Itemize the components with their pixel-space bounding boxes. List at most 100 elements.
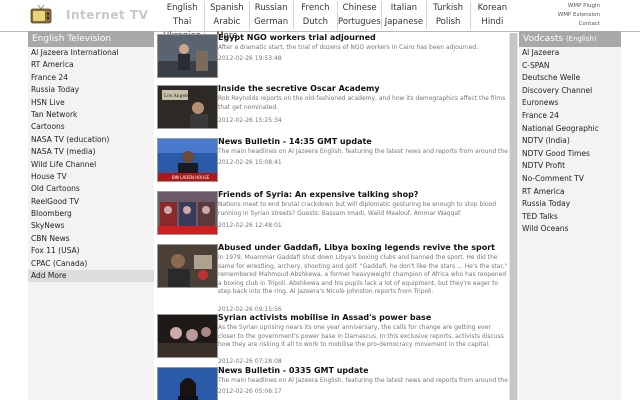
vodcast-item[interactable]: National Geographic bbox=[519, 123, 621, 136]
channel-item[interactable]: CBN News bbox=[28, 233, 154, 245]
logo[interactable]: Internet TV bbox=[30, 3, 160, 28]
lang-english[interactable]: English bbox=[160, 1, 204, 15]
channel-item[interactable]: NASA TV (media) bbox=[28, 146, 154, 158]
lang-russian[interactable]: Russian bbox=[248, 1, 293, 15]
feed-item[interactable]: Los Angeles Tim Inside the secretive Osc… bbox=[156, 84, 509, 136]
feed-item-title[interactable]: News Bulletin - 0335 GMT update bbox=[218, 366, 508, 376]
channel-item[interactable]: Russia Today bbox=[28, 84, 154, 96]
vodcast-item[interactable]: C-SPAN bbox=[519, 60, 621, 73]
feed-item-title[interactable]: Inside the secretive Oscar Academy bbox=[218, 84, 508, 94]
feed-item-date: 2012-02-26 09:15:56 bbox=[218, 306, 282, 313]
vodcast-item[interactable]: Russia Today bbox=[519, 198, 621, 211]
vodcasts-heading: Vodcasts (English) bbox=[519, 31, 621, 47]
channel-item[interactable]: Bloomberg bbox=[28, 208, 154, 220]
vodcast-item[interactable]: TED Talks bbox=[519, 211, 621, 224]
channel-item[interactable]: SkyNews bbox=[28, 220, 154, 232]
channel-item[interactable]: RT America bbox=[28, 59, 154, 71]
channel-item[interactable]: House TV bbox=[28, 171, 154, 183]
wmp-extension-link[interactable]: WMP Extension bbox=[558, 11, 600, 20]
feed-item-description: The main headlines on Al Jazeera English… bbox=[218, 148, 508, 157]
vodcast-item[interactable]: Discovery Channel bbox=[519, 85, 621, 98]
feed-item-date: 2012-02-26 12:48:01 bbox=[218, 222, 282, 229]
channel-item[interactable]: France 24 bbox=[28, 72, 154, 84]
feed-scrollbar[interactable] bbox=[509, 33, 518, 400]
feed-item-title[interactable]: Abused under Gaddafi, Libya boxing legen… bbox=[218, 243, 508, 253]
lang-german[interactable]: German bbox=[248, 15, 293, 29]
svg-text:Los Angeles Tim: Los Angeles Tim bbox=[164, 93, 202, 99]
vodcast-item[interactable]: RT America bbox=[519, 186, 621, 199]
vodcast-item[interactable]: NDTV Profit bbox=[519, 160, 621, 173]
lang-portuguese[interactable]: Portuguese bbox=[337, 15, 381, 29]
add-more-button[interactable]: Add More bbox=[28, 270, 154, 283]
feed-item-date: 2012-02-26 15:25:34 bbox=[218, 117, 282, 124]
feed-item-date: 2012-02-26 19:53:48 bbox=[218, 55, 282, 62]
wmp-links: WMP Plugin WMP Extension Contact bbox=[558, 2, 600, 29]
vodcasts-panel: Vodcasts (English) Al Jazeera C-SPAN Deu… bbox=[519, 31, 621, 400]
vodcast-item[interactable]: Wild Oceans bbox=[519, 223, 621, 236]
channel-item[interactable]: HSN Live bbox=[28, 97, 154, 109]
channel-item[interactable]: Old Cartoons bbox=[28, 183, 154, 195]
feed-item-description: As the Syrian uprising nears its one yea… bbox=[218, 324, 504, 349]
lang-korean[interactable]: Korean bbox=[469, 1, 514, 15]
feed-item-date: 2012-02-26 15:08:41 bbox=[218, 159, 282, 166]
app-title: Internet TV bbox=[66, 8, 149, 22]
lang-hindi[interactable]: Hindi bbox=[469, 15, 514, 29]
header: Internet TV English Spanish Russian Fren… bbox=[0, 0, 640, 43]
feed-item[interactable]: Abused under Gaddafi, Libya boxing legen… bbox=[156, 243, 509, 313]
vodcast-item[interactable]: France 24 bbox=[519, 110, 621, 123]
channel-item[interactable]: NASA TV (education) bbox=[28, 134, 154, 146]
video-thumbnail[interactable] bbox=[157, 244, 218, 288]
video-thumbnail[interactable] bbox=[157, 367, 218, 400]
channel-item[interactable]: Al Jazeera International bbox=[28, 47, 154, 59]
feed-item-description: In 1979, Muammar Gaddafi shut down Libya… bbox=[218, 254, 508, 296]
feed-item[interactable]: BIN LADEN HOUSE News Bulletin - 14:35 GM… bbox=[156, 137, 509, 189]
feed-item-title[interactable]: Syrian activists mobilise in Assad's pow… bbox=[218, 313, 508, 323]
video-thumbnail[interactable] bbox=[157, 34, 218, 78]
feed-item-title[interactable]: Friends of Syria: An expensive talking s… bbox=[218, 190, 508, 200]
vodcast-item[interactable]: NDTV (India) bbox=[519, 135, 621, 148]
feed-item[interactable]: Friends of Syria: An expensive talking s… bbox=[156, 190, 509, 242]
video-thumbnail[interactable]: BIN LADEN HOUSE bbox=[157, 138, 218, 182]
lang-chinese[interactable]: Chinese bbox=[337, 1, 381, 15]
feed-item-description: Rob Reynolds reports on the old-fashione… bbox=[218, 95, 506, 111]
vodcast-item[interactable]: Al Jazeera bbox=[519, 47, 621, 60]
vodcast-item[interactable]: NDTV Good Times bbox=[519, 148, 621, 161]
feed-item-description: Nations meet to end brutal crackdown but… bbox=[218, 201, 497, 217]
channel-item[interactable]: ReelGood TV bbox=[28, 196, 154, 208]
feed-item-title[interactable]: Egypt NGO workers trial adjourned bbox=[218, 33, 508, 43]
feed-item-title[interactable]: News Bulletin - 14:35 GMT update bbox=[218, 137, 508, 147]
wmp-plugin-link[interactable]: WMP Plugin bbox=[558, 2, 600, 11]
vodcast-item[interactable]: No-Comment TV bbox=[519, 173, 621, 186]
channel-item[interactable]: Cartoons bbox=[28, 121, 154, 133]
channel-item[interactable]: CPAC (Canada) bbox=[28, 258, 154, 270]
feed-item[interactable]: News Bulletin - 0335 GMT update The main… bbox=[156, 366, 509, 400]
lang-japanese[interactable]: Japanese bbox=[381, 15, 425, 29]
lang-thai[interactable]: Thai bbox=[160, 15, 204, 29]
feed-item-date: 2012-02-26 07:28:08 bbox=[218, 358, 282, 365]
lang-dutch[interactable]: Dutch bbox=[292, 15, 337, 29]
channel-item[interactable]: Fox 11 (USA) bbox=[28, 245, 154, 257]
vodcast-item[interactable]: Deutsche Welle bbox=[519, 72, 621, 85]
feed-item-description: The main headlines on Al Jazeera English… bbox=[218, 377, 508, 386]
lang-polish[interactable]: Polish bbox=[425, 15, 470, 29]
vodcasts-heading-text: Vodcasts bbox=[523, 34, 564, 44]
lang-italian[interactable]: Italian bbox=[381, 1, 425, 15]
english-television-panel: English Television Al Jazeera Internatio… bbox=[28, 31, 154, 400]
feed-item-date: 2012-02-26 05:06:17 bbox=[218, 388, 282, 395]
lang-arabic[interactable]: Arabic bbox=[204, 15, 248, 29]
feed-item[interactable]: Egypt NGO workers trial adjourned After … bbox=[156, 33, 509, 83]
video-thumbnail[interactable] bbox=[157, 191, 218, 235]
lang-turkish[interactable]: Turkish bbox=[425, 1, 470, 15]
channel-item[interactable]: Wild Life Channel bbox=[28, 159, 154, 171]
tv-icon bbox=[30, 4, 52, 24]
contact-link[interactable]: Contact bbox=[558, 20, 600, 29]
lang-spanish[interactable]: Spanish bbox=[204, 1, 248, 15]
feed-scrollbar-thumb[interactable] bbox=[510, 33, 517, 400]
feed-item[interactable]: Syrian activists mobilise in Assad's pow… bbox=[156, 313, 509, 366]
channel-item[interactable]: Tan Network bbox=[28, 109, 154, 121]
vodcast-item[interactable]: Euronews bbox=[519, 97, 621, 110]
lang-french[interactable]: French bbox=[292, 1, 337, 15]
video-thumbnail[interactable] bbox=[157, 314, 218, 358]
english-television-heading: English Television bbox=[28, 31, 154, 47]
video-thumbnail[interactable]: Los Angeles Tim bbox=[157, 85, 218, 129]
